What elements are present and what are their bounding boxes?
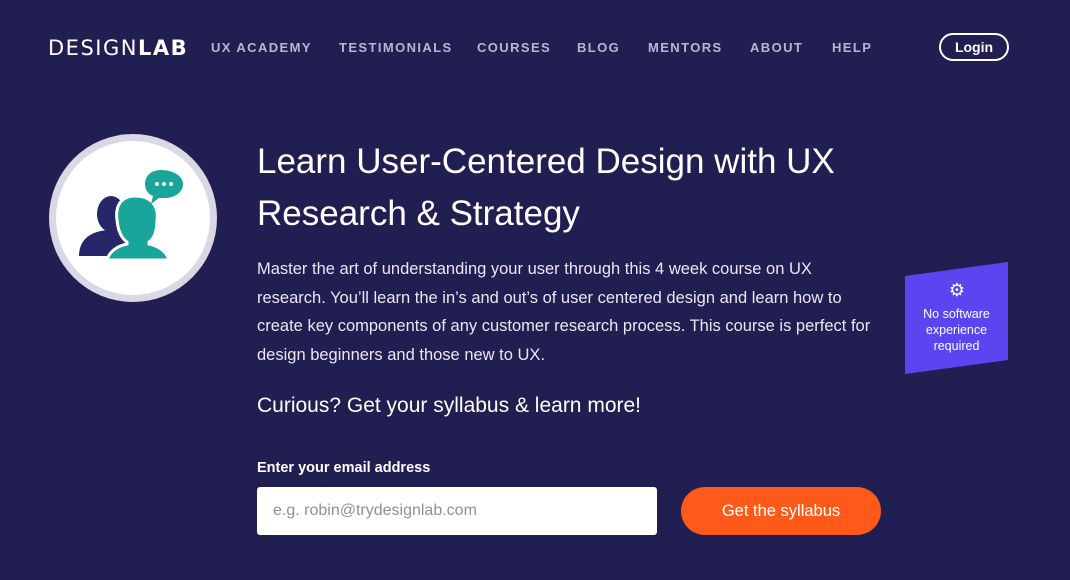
gear-icon: ⚙ xyxy=(948,280,966,300)
get-syllabus-button[interactable]: Get the syllabus xyxy=(681,487,881,535)
logo-text-bold: LAB xyxy=(137,36,189,60)
syllabus-cta-text: Curious? Get your syllabus & learn more! xyxy=(257,394,641,417)
designlab-logo[interactable]: DESIGNLAB xyxy=(48,36,188,60)
course-illustration xyxy=(49,134,217,302)
page-title: Learn User-Centered Design with UX Resea… xyxy=(257,142,835,233)
no-software-badge: ⚙ No software experience required xyxy=(905,262,1008,374)
nav-link-help[interactable]: HELP xyxy=(832,40,872,55)
nav-link-blog[interactable]: BLOG xyxy=(577,40,620,55)
login-button[interactable]: Login xyxy=(939,33,1009,61)
nav-link-testimonials[interactable]: TESTIMONIALS xyxy=(339,40,453,55)
badge-text: No software experience required xyxy=(923,307,990,353)
top-navigation: DESIGNLAB UX ACADEMY TESTIMONIALS COURSE… xyxy=(0,0,1070,94)
email-input[interactable] xyxy=(257,487,657,535)
nav-link-mentors[interactable]: MENTORS xyxy=(648,40,723,55)
email-label: Enter your email address xyxy=(257,460,431,476)
user-research-people-icon xyxy=(79,170,183,262)
course-description: Master the art of understanding your use… xyxy=(257,260,871,364)
nav-link-ux-academy[interactable]: UX ACADEMY xyxy=(211,40,312,55)
logo-text-light: DESIGN xyxy=(48,36,138,60)
nav-link-about[interactable]: ABOUT xyxy=(750,40,803,55)
nav-link-courses[interactable]: COURSES xyxy=(477,40,551,55)
